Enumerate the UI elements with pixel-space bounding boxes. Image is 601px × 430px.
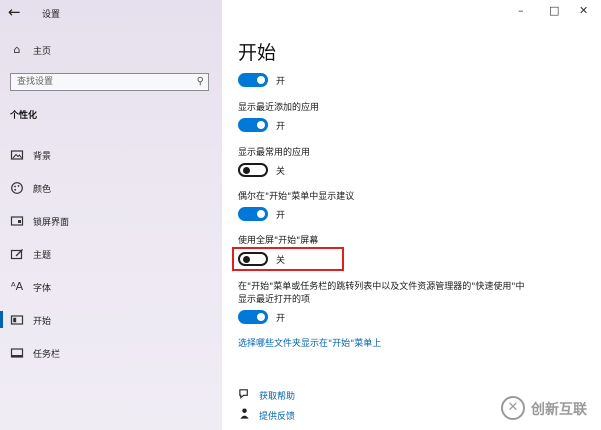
sidebar-item-label: 字体 (33, 284, 52, 294)
watermark-text: 创新互联 (531, 402, 587, 418)
toggle-state-label: 开 (276, 122, 286, 132)
setting-label: 在"开始"菜单或任务栏的跳转列表中以及文件资源管理器的"快速使用"中 (238, 282, 525, 292)
sidebar-item-label: 任务栏 (33, 350, 61, 360)
section-heading: 个性化 (10, 111, 38, 121)
sidebar-item-label: 主题 (33, 251, 52, 261)
toggle-knob (257, 313, 265, 321)
toggle-state-label: 开 (276, 77, 286, 87)
setting-label: 显示最近添加的应用 (238, 103, 320, 113)
close-button[interactable]: ✕ (579, 4, 588, 17)
toggle-switch[interactable] (238, 207, 268, 221)
maximize-button[interactable]: □ (549, 4, 559, 17)
font-icon: ᴬA (10, 280, 24, 293)
sidebar-item-themes[interactable]: 主题 (0, 243, 222, 267)
back-arrow-icon[interactable]: ← (8, 3, 21, 21)
search-icon[interactable]: ⚲ (197, 76, 204, 87)
get-help-link[interactable]: 获取帮助 (259, 389, 295, 402)
sidebar-item-label: 开始 (33, 317, 52, 327)
palette-icon (10, 181, 24, 195)
toggle-knob (257, 210, 265, 218)
sidebar-item-fonts[interactable]: ᴬA 字体 (0, 276, 222, 300)
toggle-switch[interactable] (238, 118, 268, 132)
toggle-state-label: 开 (276, 314, 286, 324)
sidebar-item-label: 主页 (33, 47, 52, 57)
sidebar-item-colors[interactable]: 颜色 (0, 177, 222, 201)
search-box[interactable]: ⚲ (10, 73, 209, 91)
setting-label: 显示最近打开的项 (238, 295, 311, 305)
start-icon (10, 313, 24, 327)
toggle-state-label: 开 (276, 211, 286, 221)
search-input[interactable] (11, 74, 192, 90)
toggle-switch[interactable] (238, 163, 268, 177)
sidebar-item-label: 颜色 (33, 185, 52, 195)
sidebar-item-taskbar[interactable]: 任务栏 (0, 342, 222, 366)
sidebar-item-lock-screen[interactable]: 锁屏界面 (0, 210, 222, 234)
app-title: 设置 (42, 10, 61, 20)
sidebar: ← 设置 ⌂ 主页 ⚲ 个性化 背景 颜色 锁屏界面 主题 ᴬA 字体 (0, 0, 222, 430)
setting-label: 偶尔在"开始"菜单中显示建议 (238, 192, 355, 202)
folders-link[interactable]: 选择哪些文件夹显示在"开始"菜单上 (238, 336, 381, 349)
sidebar-item-label: 背景 (33, 152, 52, 162)
sidebar-item-start[interactable]: 开始 (0, 309, 222, 333)
sidebar-item-label: 锁屏界面 (33, 218, 70, 228)
toggle-switch[interactable] (238, 252, 268, 266)
feedback-icon (238, 407, 251, 423)
setting-label: 显示最常用的应用 (238, 148, 311, 158)
minimize-button[interactable]: – (518, 4, 524, 17)
page-title: 开始 (238, 42, 277, 64)
toggle-state-label: 关 (276, 256, 286, 266)
toggle-state-label: 关 (276, 167, 286, 177)
watermark-logo-icon: ✕ (501, 396, 525, 420)
home-icon: ⌂ (13, 43, 21, 56)
watermark: ✕ 创新互联 (501, 393, 597, 425)
setting-label: 使用全屏"开始"屏幕 (238, 236, 319, 246)
toggle-knob (243, 256, 250, 263)
lock-screen-icon (10, 214, 24, 228)
toggle-knob (257, 76, 265, 84)
main-content: – □ ✕ 开始 开 显示最近添加的应用 开 显示最常用的应用 关 偶尔在"开始… (222, 0, 601, 430)
toggle-knob (257, 121, 265, 129)
toggle-knob (243, 167, 250, 174)
toggle-switch[interactable] (238, 310, 268, 324)
theme-icon (10, 247, 24, 261)
feedback-link[interactable]: 提供反馈 (259, 409, 295, 422)
toggle-switch[interactable] (238, 73, 268, 87)
taskbar-icon (10, 346, 24, 360)
sidebar-item-background[interactable]: 背景 (0, 144, 222, 168)
sidebar-item-home[interactable]: ⌂ 主页 (0, 39, 222, 63)
help-icon (238, 387, 251, 403)
picture-icon (10, 148, 24, 162)
